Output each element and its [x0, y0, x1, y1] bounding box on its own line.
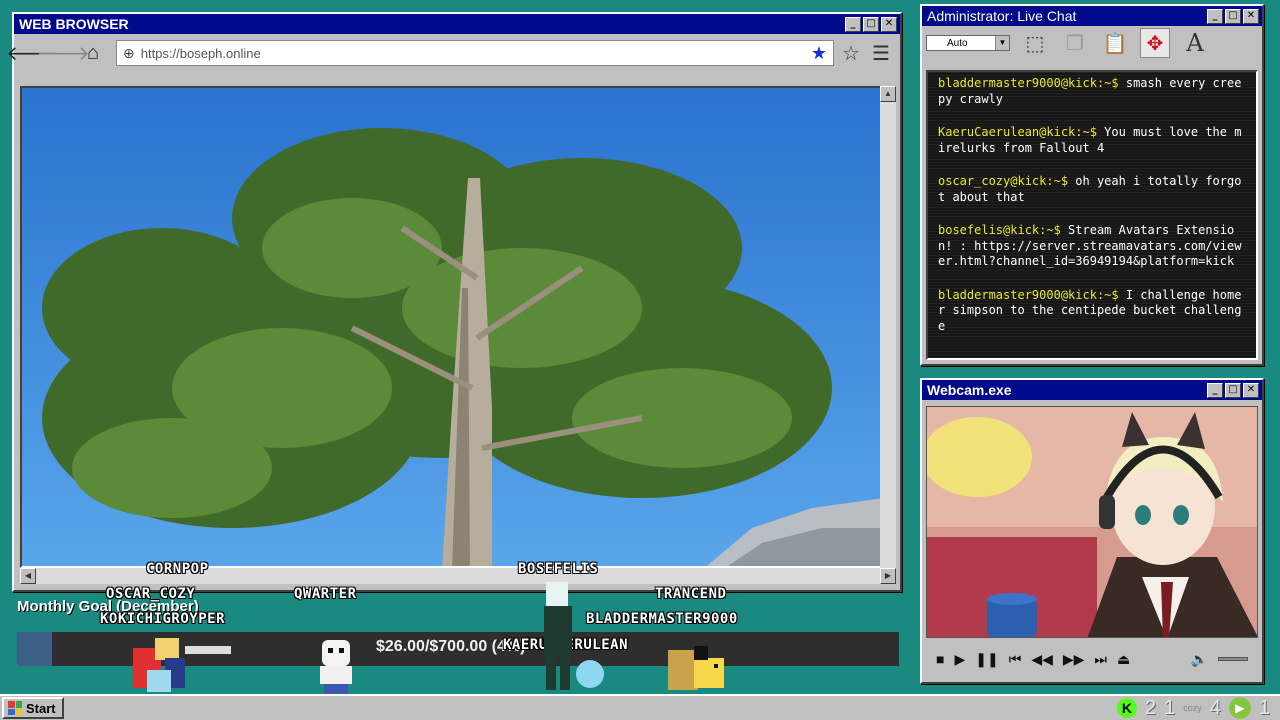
system-tray: K 2 1 cozy 4 ▶ 1	[1116, 696, 1270, 720]
scroll-left-arrow-icon[interactable]: ◀	[20, 568, 36, 584]
chat-username: bosefelis@kick:~$	[938, 223, 1061, 237]
chat-message: KaeruCaerulean@kick:~$ You must love the…	[938, 125, 1246, 156]
avatar-name: TRANCEND	[655, 586, 727, 602]
tray-count: 1	[1164, 696, 1176, 719]
rumble-icon[interactable]: ▶	[1228, 697, 1251, 719]
avatar-sprite-pikachu	[668, 646, 724, 690]
chat-message: bladdermaster9000@kick:~$ smash every cr…	[938, 76, 1246, 107]
maximize-button[interactable]: □	[1225, 8, 1241, 24]
font-icon[interactable]: A	[1180, 28, 1210, 58]
pause-icon[interactable]: ❚❚	[975, 651, 998, 668]
browser-viewport[interactable]	[20, 86, 882, 568]
close-button[interactable]: ✕	[1243, 382, 1259, 398]
skip-forward-icon[interactable]: ⏭	[1094, 651, 1107, 668]
chat-toolbar: Auto ▼ ⬚ ❐ 📋 ✥ A	[922, 26, 1262, 60]
webcam-window: Webcam.exe _ □ ✕ ■ ▶ ❚❚ ⏮ ◀◀ ▶▶ ⏭ ⏏ 🔈	[920, 378, 1264, 684]
avatar-name: BOSEFELIS	[518, 561, 599, 577]
start-button[interactable]: Start	[2, 697, 64, 719]
fast-forward-icon[interactable]: ▶▶	[1063, 651, 1085, 668]
chat-messages[interactable]: bladdermaster9000@kick:~$ smash every cr…	[926, 70, 1258, 360]
chat-username: bladdermaster9000@kick:~$	[938, 287, 1119, 302]
avatar-sprite-group	[133, 638, 231, 692]
scroll-right-arrow-icon[interactable]: ▶	[880, 568, 896, 584]
home-icon[interactable]: ⌂	[80, 40, 106, 66]
webcam-title: Webcam.exe	[927, 382, 1012, 398]
close-button[interactable]: ✕	[1243, 8, 1259, 24]
vertical-scrollbar[interactable]: ▲	[880, 86, 896, 568]
close-button[interactable]: ✕	[881, 16, 897, 32]
minimize-button[interactable]: _	[1207, 382, 1223, 398]
stop-icon[interactable]: ■	[936, 651, 944, 667]
maximize-button[interactable]: □	[1225, 382, 1241, 398]
avatar-name: KOKICHIGROYPER	[100, 611, 226, 627]
browser-titlebar[interactable]: WEB BROWSER _ □ ✕	[14, 14, 900, 34]
chat-message: bladdermaster9000@kick:~$ I challenge ho…	[938, 288, 1246, 335]
font-select-value: Auto	[947, 37, 968, 49]
avatar-sprite-skeleton	[320, 640, 352, 694]
font-select[interactable]: Auto ▼	[926, 35, 1010, 51]
avatar-name: OSCAR_COZY	[106, 586, 196, 602]
select-rect-icon[interactable]: ⬚	[1020, 28, 1050, 58]
rumble-count: 1	[1258, 696, 1270, 719]
move-icon[interactable]: ✥	[1140, 28, 1170, 58]
taskbar: Start K 2 1 cozy 4 ▶ 1	[0, 694, 1280, 720]
chat-username: KaeruCaerulean@kick:~$	[938, 125, 1097, 139]
avatar-name: BLADDERMASTER9000	[586, 611, 738, 627]
paste-icon[interactable]: 📋	[1100, 28, 1130, 58]
windows-logo-icon	[8, 701, 22, 715]
forward-arrow-icon[interactable]: 🡒	[36, 40, 90, 66]
menu-icon[interactable]: ☰	[868, 40, 894, 66]
url-text: https://boseph.online	[140, 45, 261, 61]
bookmark-star-icon[interactable]: ★	[811, 43, 827, 64]
browser-navbar: 🡐 🡒 ⌂ ⊕ https://boseph.online ★ ☆ ☰	[6, 34, 900, 72]
star-icon[interactable]: ☆	[838, 40, 864, 66]
chat-username: bladdermaster9000@kick:~$	[938, 76, 1119, 90]
media-controls: ■ ▶ ❚❚ ⏮ ◀◀ ▶▶ ⏭ ⏏ 🔈	[926, 644, 1258, 674]
tree-video-frame	[22, 88, 880, 566]
avatar-name: QWARTER	[294, 586, 357, 602]
copy-icon[interactable]: ❐	[1060, 28, 1090, 58]
anime-avatar-image	[927, 407, 1257, 637]
chevron-down-icon[interactable]: ▼	[995, 36, 1009, 50]
play-icon[interactable]: ▶	[954, 651, 965, 668]
chat-title: Administrator: Live Chat	[927, 8, 1077, 24]
skip-back-icon[interactable]: ⏮	[1009, 651, 1022, 668]
webcam-titlebar[interactable]: Webcam.exe _ □ ✕	[922, 380, 1262, 400]
volume-slider[interactable]	[1218, 657, 1248, 661]
chat-titlebar[interactable]: Administrator: Live Chat _ □ ✕	[922, 6, 1262, 26]
avatar-name: CORNPOP	[146, 561, 209, 577]
cozy-count: 4	[1209, 696, 1221, 719]
kick-icon[interactable]: K	[1116, 698, 1137, 718]
kick-count: 2	[1144, 696, 1157, 719]
scroll-up-arrow-icon[interactable]: ▲	[880, 86, 896, 102]
avatar-sprite-bosefelis	[544, 582, 604, 690]
cozy-icon[interactable]: cozy	[1183, 703, 1202, 713]
address-bar[interactable]: ⊕ https://boseph.online ★	[116, 40, 834, 66]
rewind-icon[interactable]: ◀◀	[1031, 651, 1053, 668]
chat-username: oscar_cozy@kick:~$	[938, 174, 1069, 188]
volume-icon[interactable]: 🔈	[1191, 651, 1208, 668]
minimize-button[interactable]: _	[1207, 8, 1223, 24]
eject-icon[interactable]: ⏏	[1117, 651, 1130, 668]
minimize-button[interactable]: _	[845, 16, 861, 32]
goal-progress-fill	[17, 632, 52, 666]
chat-message: oscar_cozy@kick:~$ oh yeah i totally for…	[938, 174, 1246, 205]
start-label: Start	[26, 700, 56, 716]
webcam-view	[926, 406, 1258, 638]
browser-window: WEB BROWSER _ □ ✕ 🡐 🡒 ⌂ ⊕ https://boseph…	[6, 12, 902, 592]
chat-message: bosefelis@kick:~$ Stream Avatars Extensi…	[938, 223, 1246, 270]
chat-window: Administrator: Live Chat _ □ ✕ Auto ▼ ⬚ …	[920, 4, 1264, 366]
maximize-button[interactable]: □	[863, 16, 879, 32]
globe-icon: ⊕	[123, 44, 135, 61]
browser-title: WEB BROWSER	[19, 16, 129, 32]
